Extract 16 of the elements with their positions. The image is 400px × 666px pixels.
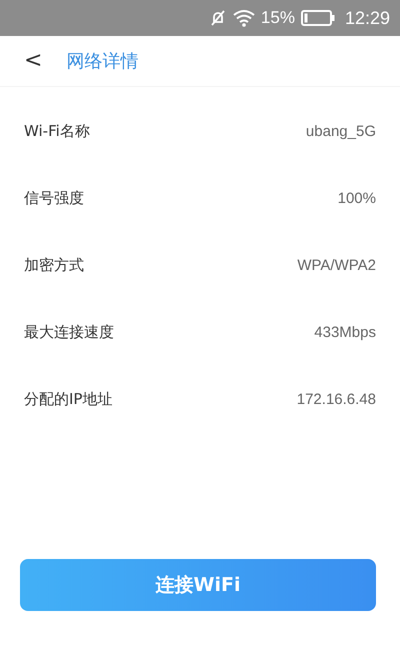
detail-value: ubang_5G [306,123,376,140]
battery-percent: 15% [260,8,295,28]
detail-label: 分配的IP地址 [24,390,112,409]
wifi-icon [232,9,255,27]
detail-label: 加密方式 [24,256,84,275]
detail-value: 100% [338,190,376,207]
detail-label: 最大连接速度 [24,323,114,342]
detail-value: WPA/WPA2 [297,257,376,274]
detail-value: 433Mbps [314,324,376,341]
page-title: 网络详情 [66,50,138,73]
clock: 12:29 [344,8,390,28]
detail-label: 信号强度 [24,189,84,208]
battery-icon [300,9,335,27]
detail-value: 172.16.6.48 [296,391,376,408]
back-button[interactable]: < [20,50,46,72]
detail-label: Wi-Fi名称 [24,122,90,141]
